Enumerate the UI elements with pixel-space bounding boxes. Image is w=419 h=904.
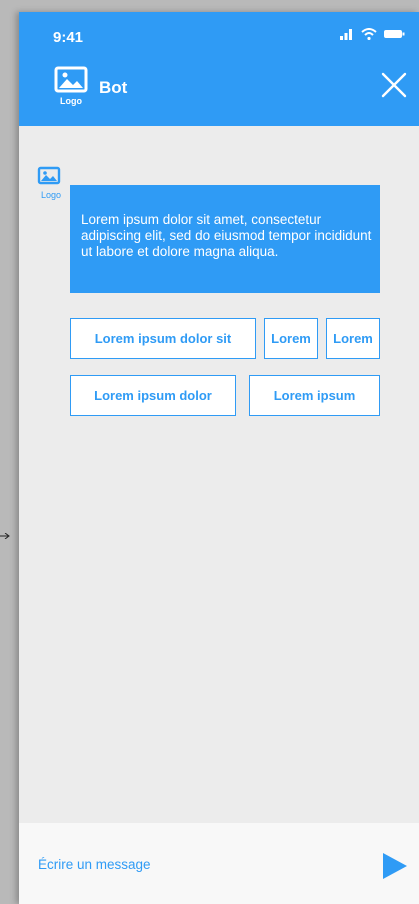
quick-reply-button[interactable]: Lorem ipsum [249,375,380,416]
bot-avatar: Logo [36,165,66,201]
wifi-icon [361,28,377,40]
send-icon[interactable] [381,851,409,881]
quick-reply-button[interactable]: Lorem ipsum dolor sit [70,318,256,359]
message-input[interactable] [19,849,359,879]
close-icon[interactable] [379,70,409,100]
status-time: 9:41 [53,29,84,46]
header-bar: 9:41 Logo Bot [19,12,419,126]
image-logo-icon [54,66,88,93]
image-logo-icon [37,166,61,185]
status-icons [339,28,405,40]
quick-reply-button[interactable]: Lorem [326,318,380,359]
chat-window: 9:41 Logo Bot Logo Lorem ipsum dolor sit… [19,12,419,904]
quick-reply-button[interactable]: Lorem [264,318,318,359]
arrow-marker [0,533,10,539]
bot-message-bubble: Lorem ipsum dolor sit amet, consectetur … [70,185,380,293]
header-logo-label: Logo [60,96,82,106]
page-title: Bot [99,78,128,97]
signal-icon [340,29,352,40]
message-composer [19,823,419,904]
battery-icon [384,30,405,38]
bot-logo-label: Logo [40,190,62,200]
quick-reply-button[interactable]: Lorem ipsum dolor [70,375,236,416]
header-logo: Logo [53,66,89,106]
